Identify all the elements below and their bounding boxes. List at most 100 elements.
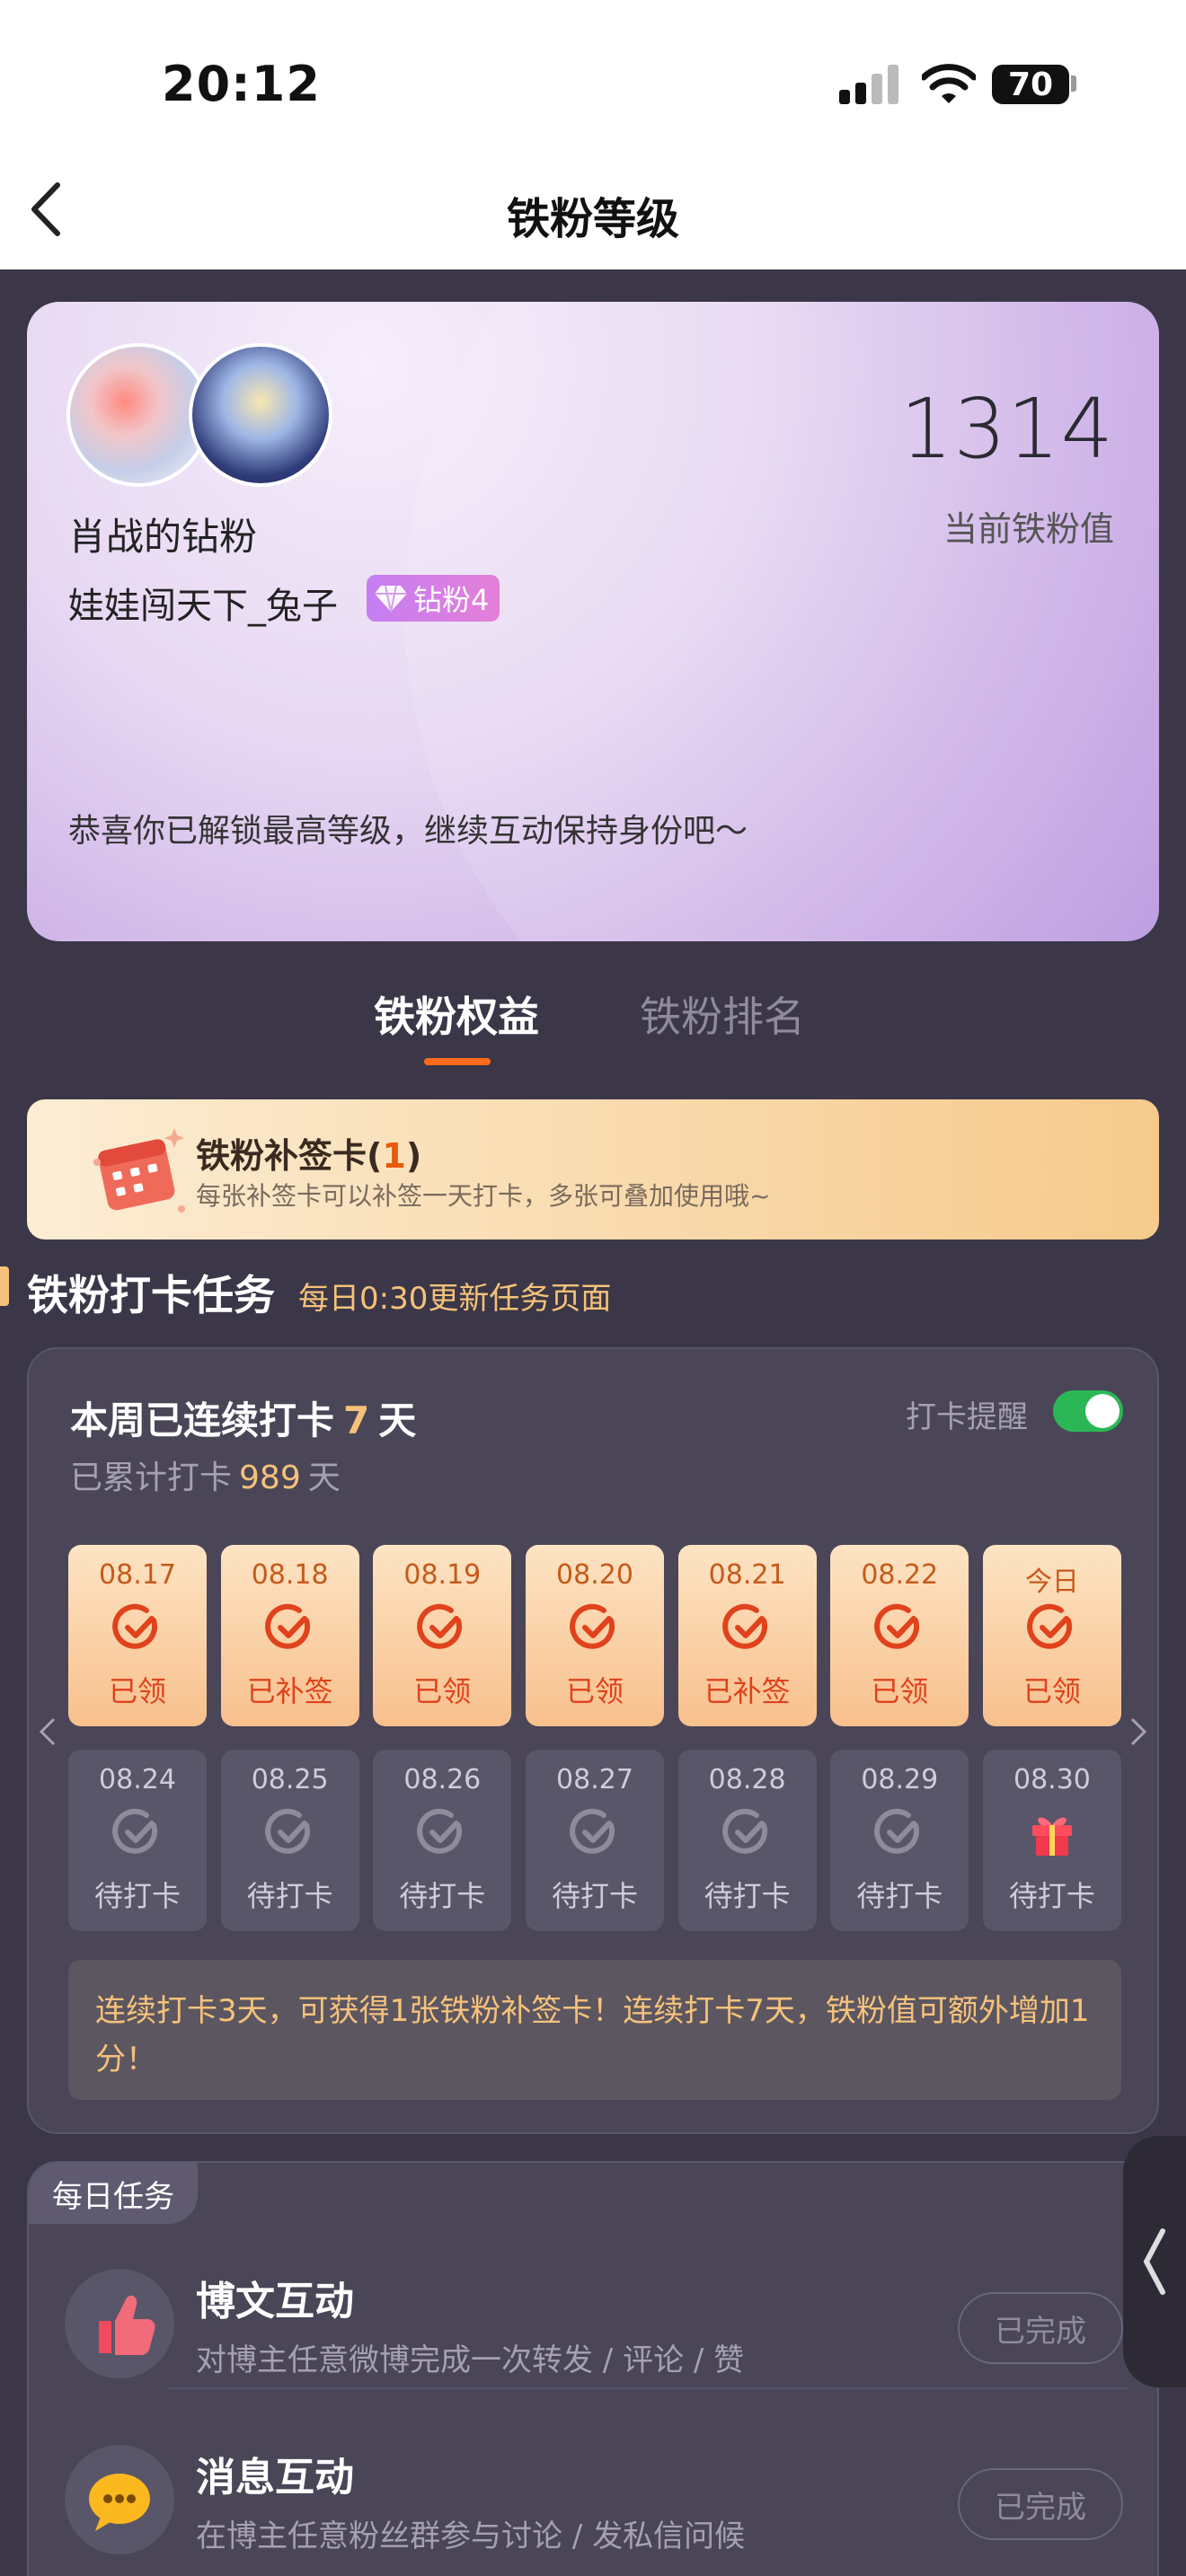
check-circle-icon — [721, 1601, 774, 1654]
reminder-toggle[interactable] — [1053, 1390, 1123, 1432]
checkin-day[interactable]: 08.29 待打卡 — [830, 1750, 969, 1931]
daily-tasks-card: 每日任务 博文互动 对博主任意微博完成一次转发 / 评论 / 赞 已完成 消息互… — [27, 2161, 1159, 2576]
checkin-day-status: 已补签 — [246, 1674, 333, 1708]
next-week-chevron-icon[interactable] — [1128, 1716, 1148, 1748]
checkin-day-date: 08.30 — [1013, 1764, 1091, 1795]
task-desc: 在博主任意粉丝群参与讨论 / 发私信问候 — [196, 2519, 746, 2554]
total-days: 989 — [239, 1460, 301, 1496]
checkin-card: 本周已连续打卡 7 天 已累计打卡 989 天 打卡提醒 08.17 已领 08.18 已补签… — [27, 1347, 1159, 2134]
checkin-day[interactable]: 08.24 待打卡 — [68, 1750, 207, 1931]
check-circle-icon — [415, 1805, 469, 1859]
level-badge: 钻粉4 — [367, 575, 500, 622]
task-message-interaction: 消息互动 在博主任意粉丝群参与讨论 / 发私信问候 已完成 — [29, 2420, 1157, 2576]
checkin-day-status: 待打卡 — [1008, 1879, 1095, 1913]
thumbs-up-icon — [65, 2269, 174, 2378]
checkin-day-status: 已领 — [871, 1674, 929, 1708]
makeup-card-desc: 每张补签卡可以补签一天打卡，多张可叠加使用哦~ — [196, 1181, 771, 1211]
fan-title: 肖战的钻粉 — [68, 515, 258, 559]
diamond-icon — [375, 585, 407, 613]
week1-grid: 08.17 已领 08.18 已补签 08.19 已领 08.20 已领 08.21 已补签 08.… — [68, 1545, 1121, 1726]
checkin-day[interactable]: 今日 已领 — [982, 1545, 1121, 1726]
checkin-day[interactable]: 08.27 待打卡 — [525, 1750, 664, 1931]
checkin-day-date: 08.19 — [403, 1559, 482, 1591]
checkin-day[interactable]: 08.25 待打卡 — [220, 1750, 359, 1931]
checkin-day-date: 08.25 — [251, 1764, 329, 1795]
checkin-day[interactable]: 08.30 待打卡 — [982, 1750, 1121, 1931]
task-divider — [167, 2387, 1128, 2389]
checkin-day-date: 08.22 — [861, 1559, 939, 1591]
check-circle-icon — [568, 1601, 622, 1654]
checkin-day-status: 已领 — [108, 1674, 166, 1708]
wifi-icon — [922, 64, 976, 103]
checkin-day[interactable]: 08.20 已领 — [525, 1545, 664, 1726]
checkin-day-date: 今日 — [1024, 1566, 1079, 1598]
checkin-day[interactable]: 08.19 已领 — [373, 1545, 512, 1726]
total-text: 已累计打卡 989 天 — [70, 1460, 341, 1496]
streak-days: 7 — [343, 1398, 370, 1442]
signal-icon — [839, 65, 902, 104]
makeup-card-banner[interactable]: 铁粉补签卡(1) 每张补签卡可以补签一天打卡，多张可叠加使用哦~ — [27, 1099, 1159, 1239]
checkin-day-date: 08.21 — [708, 1559, 786, 1591]
checkin-day[interactable]: 08.17 已领 — [68, 1545, 207, 1726]
task-name: 消息互动 — [196, 2455, 354, 2501]
reminder-label: 打卡提醒 — [906, 1399, 1028, 1435]
battery-icon: 70 — [992, 65, 1069, 104]
checkin-day-date: 08.17 — [99, 1559, 176, 1591]
makeup-card-count: 1 — [382, 1136, 406, 1176]
checkin-day-status: 待打卡 — [399, 1879, 486, 1913]
calendar-icon — [93, 1128, 185, 1213]
checkin-day-status: 待打卡 — [246, 1879, 333, 1913]
battery-tip — [1071, 75, 1076, 92]
check-circle-icon — [263, 1601, 317, 1654]
check-circle-icon — [568, 1805, 622, 1859]
active-tab-indicator — [424, 1058, 491, 1065]
task-done-button[interactable]: 已完成 — [958, 2468, 1123, 2540]
level-message: 恭喜你已解锁最高等级，继续互动保持身份吧～ — [68, 813, 748, 850]
checkin-day-date: 08.28 — [708, 1764, 786, 1795]
tab-fan-benefits[interactable]: 铁粉权益 — [374, 984, 539, 1044]
chat-bubble-icon — [65, 2445, 174, 2554]
section-subtitle: 每日0:30更新任务页面 — [298, 1281, 612, 1317]
level-badge-label: 钻粉4 — [413, 583, 490, 617]
gift-icon — [1025, 1805, 1079, 1859]
checkin-day-date: 08.20 — [556, 1559, 633, 1591]
task-done-button[interactable]: 已完成 — [958, 2292, 1123, 2364]
toggle-knob — [1085, 1394, 1120, 1428]
check-circle-icon — [872, 1805, 926, 1859]
checkin-tip: 连续打卡3天，可获得1张铁粉补签卡！连续打卡7天，铁粉值可额外增加1分！ — [68, 1960, 1121, 2100]
checkin-day-status: 待打卡 — [551, 1879, 638, 1913]
checkin-day-status: 已领 — [413, 1674, 472, 1708]
username: 娃娃闯天下_兔子 — [68, 586, 338, 627]
checkin-day[interactable]: 08.18 已补签 — [220, 1545, 359, 1726]
fan-level-card: 肖战的钻粉 娃娃闯天下_兔子 钻粉4 1314 当前铁粉值 恭喜你已解锁最高等级… — [27, 302, 1159, 941]
checkin-day-date: 08.24 — [99, 1764, 176, 1795]
check-circle-icon — [263, 1805, 317, 1859]
checkin-day[interactable]: 08.22 已领 — [830, 1545, 969, 1726]
daily-tasks-tag: 每日任务 — [29, 2163, 198, 2224]
checkin-day-status: 已补签 — [704, 1674, 791, 1708]
chevron-left-icon — [1143, 2228, 1165, 2295]
checkin-day-status: 已领 — [565, 1674, 624, 1708]
check-circle-icon — [1025, 1601, 1079, 1654]
checkin-day-status: 待打卡 — [704, 1879, 791, 1913]
side-drawer-handle[interactable] — [1123, 2136, 1186, 2387]
prev-week-chevron-icon[interactable] — [38, 1716, 58, 1748]
checkin-day[interactable]: 08.26 待打卡 — [373, 1750, 512, 1931]
checkin-day-date: 08.29 — [861, 1764, 939, 1795]
section-title: 铁粉打卡任务 — [27, 1271, 275, 1319]
checkin-day-status: 待打卡 — [856, 1879, 943, 1913]
checkin-day[interactable]: 08.28 待打卡 — [677, 1750, 817, 1931]
check-circle-icon — [872, 1601, 926, 1654]
check-circle-icon — [111, 1601, 164, 1654]
task-name: 博文互动 — [196, 2279, 354, 2325]
page-title: 铁粉等级 — [506, 194, 679, 244]
check-circle-icon — [111, 1805, 164, 1859]
user-avatar[interactable] — [189, 343, 332, 487]
checkin-day-date: 08.27 — [556, 1764, 633, 1795]
checkin-day[interactable]: 08.21 已补签 — [677, 1545, 817, 1726]
checkin-day-date: 08.26 — [403, 1764, 482, 1795]
tab-fan-ranking[interactable]: 铁粉排名 — [640, 984, 805, 1044]
section-accent-bar — [0, 1266, 9, 1306]
streak-text: 本周已连续打卡 7 天 — [70, 1398, 417, 1442]
fan-score-label: 当前铁粉值 — [943, 509, 1114, 549]
